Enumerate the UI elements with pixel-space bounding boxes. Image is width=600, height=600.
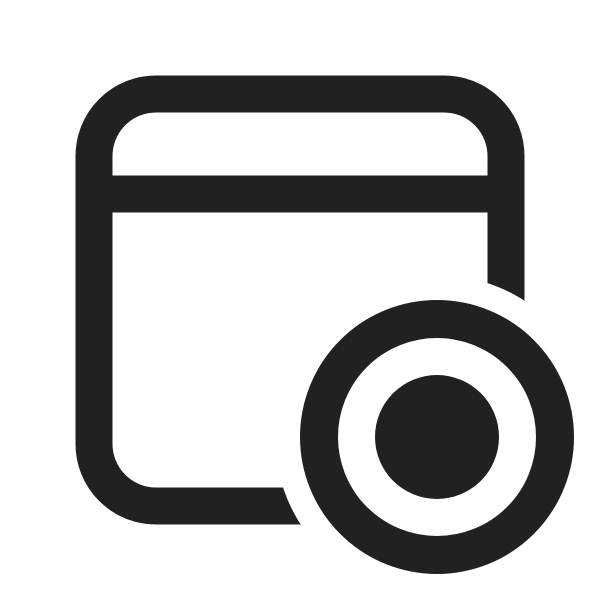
window-record-icon [75, 75, 574, 574]
record-dot [375, 375, 499, 499]
icon-canvas [0, 0, 600, 600]
